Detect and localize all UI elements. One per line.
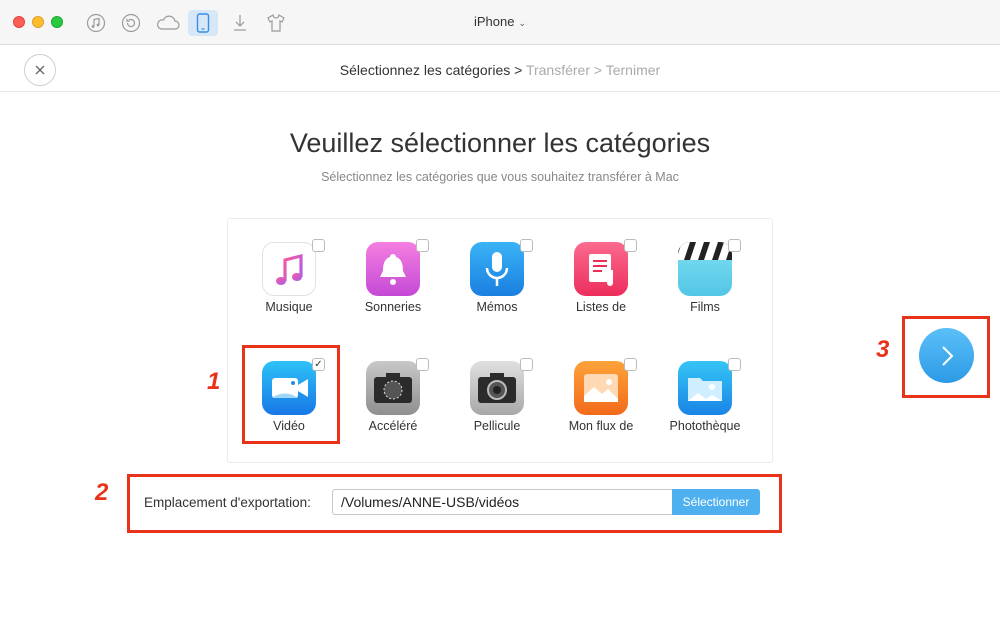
device-name: iPhone [473, 14, 515, 29]
category-label: Accéléré [368, 419, 418, 433]
category-label: Films [690, 300, 720, 314]
category-camera-roll[interactable]: Pellicule [447, 355, 547, 455]
category-photo-stream[interactable]: Mon flux de [551, 355, 651, 455]
category-label: Sonneries [364, 300, 422, 314]
category-checkbox[interactable] [728, 239, 741, 252]
annotation-box-3 [902, 316, 990, 398]
chevron-down-icon: ⌄ [518, 18, 527, 28]
category-timelapse[interactable]: Accéléré [343, 355, 443, 455]
category-playlists[interactable]: Listes de [551, 236, 651, 336]
microphone-icon [470, 242, 524, 296]
category-checkbox[interactable] [728, 358, 741, 371]
photo-library-icon [678, 361, 732, 415]
annotation-number-2: 2 [95, 479, 109, 506]
category-label: Pellicule [473, 419, 521, 433]
category-label: Mémos [476, 300, 518, 314]
category-label: Listes de [575, 300, 627, 314]
category-checkbox[interactable] [416, 239, 429, 252]
category-checkbox[interactable] [520, 358, 533, 371]
category-checkbox[interactable] [624, 358, 637, 371]
category-checkbox[interactable] [624, 239, 637, 252]
annotation-box-1 [242, 345, 340, 444]
timelapse-camera-icon [366, 361, 420, 415]
page-subtitle: Sélectionnez les catégories que vous sou… [321, 170, 679, 184]
device-selector[interactable]: iPhone ⌄ [0, 14, 1000, 29]
clapperboard-icon [678, 242, 732, 296]
annotation-box-2 [127, 474, 782, 533]
breadcrumb-step-transfer: Transférer [525, 62, 591, 78]
annotation-number-3: 3 [876, 336, 890, 363]
breadcrumb-step-finish: Ternimer [605, 62, 661, 78]
camera-icon [470, 361, 524, 415]
photo-stream-icon [574, 361, 628, 415]
breadcrumb-bar: Sélectionnez les catégories > Transférer… [0, 46, 1000, 92]
breadcrumb-separator: > [514, 62, 523, 78]
playlist-icon [574, 242, 628, 296]
category-label: Photothèque [669, 419, 741, 433]
bell-icon [366, 242, 420, 296]
breadcrumb: Sélectionnez les catégories > Transférer… [0, 62, 1000, 78]
category-photo-library[interactable]: Photothèque [655, 355, 755, 455]
title-bar: iPhone ⌄ [0, 0, 1000, 45]
category-memos[interactable]: Mémos [447, 236, 547, 336]
category-checkbox[interactable] [520, 239, 533, 252]
music-icon [262, 242, 316, 296]
category-label: Mon flux de [568, 419, 634, 433]
breadcrumb-step-select: Sélectionnez les catégories [339, 62, 511, 78]
breadcrumb-separator: > [593, 62, 603, 78]
page-title: Veuillez sélectionner les catégories [289, 128, 711, 158]
category-label: Musique [265, 300, 313, 314]
annotation-number-1: 1 [207, 368, 221, 395]
category-checkbox[interactable] [416, 358, 429, 371]
category-ringtones[interactable]: Sonneries [343, 236, 443, 336]
category-music[interactable]: Musique [239, 236, 339, 336]
category-checkbox[interactable] [312, 239, 325, 252]
category-films[interactable]: Films [655, 236, 755, 336]
